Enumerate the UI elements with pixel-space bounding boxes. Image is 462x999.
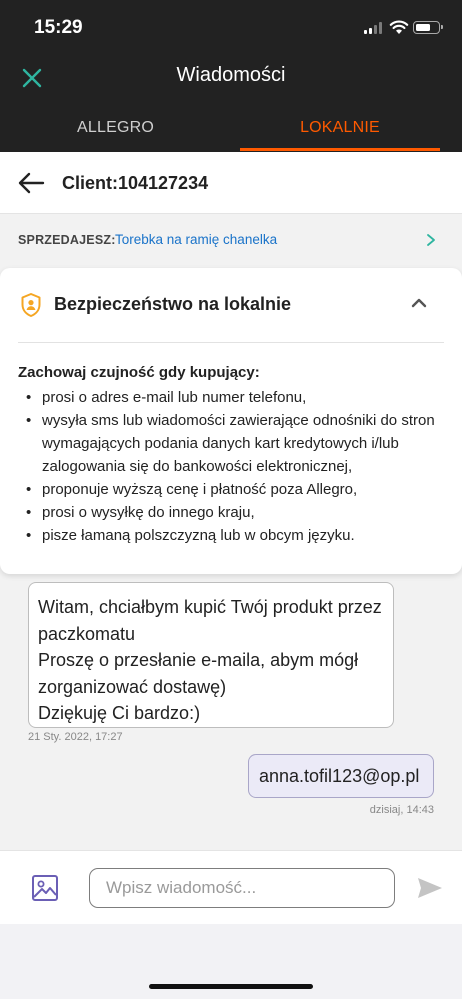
divider	[18, 342, 444, 343]
list-item: prosi o wysyłkę do innego kraju,	[18, 501, 448, 524]
tab-allegro[interactable]: ALLEGRO	[0, 108, 231, 152]
home-indicator[interactable]	[149, 984, 313, 989]
client-name: Client:104127234	[62, 173, 209, 193]
list-item: pisze łamaną polszczyzną lub w obcym jęz…	[18, 524, 448, 547]
status-time: 15:29	[34, 17, 83, 38]
arrow-left-icon[interactable]	[16, 170, 46, 196]
tab-lokalnie[interactable]: LOKALNIE	[240, 108, 440, 152]
bottom-safe-area	[0, 924, 462, 999]
seller-item-row[interactable]: SPRZEDAJESZ: Torebka na ramię chanelka	[0, 214, 462, 266]
wifi-icon	[389, 20, 409, 34]
seller-item-link[interactable]: Torebka na ramię chanelka	[115, 232, 277, 247]
page-title: Wiadomości	[176, 64, 286, 86]
conversation-header: Client:104127234	[0, 152, 462, 214]
incoming-message-text: Witam, chciałbym kupić Twój produkt prze…	[38, 597, 382, 723]
status-bar: 15:29	[0, 0, 462, 56]
list-item: wysyła sms lub wiadomości zawierające od…	[18, 409, 448, 478]
message-input[interactable]	[89, 868, 395, 908]
app-header: 15:29 Wiadomości ALLEGRO LOKALNIE	[0, 0, 462, 152]
signal-icon	[364, 22, 384, 34]
list-item: prosi o adres e-mail lub numer telefonu,	[18, 386, 448, 409]
outgoing-message-bubble[interactable]: anna.tofil123@op.pl	[248, 754, 434, 798]
incoming-message-bubble[interactable]: Witam, chciałbym kupić Twój produkt prze…	[28, 582, 394, 728]
seller-label: SPRZEDAJESZ:	[18, 233, 116, 247]
active-tab-indicator	[240, 148, 440, 151]
security-warning-list: prosi o adres e-mail lub numer telefonu,…	[18, 386, 448, 547]
outgoing-message-timestamp: dzisiaj, 14:43	[369, 804, 434, 816]
security-notice-card: Bezpieczeństwo na lokalnie Zachowaj czuj…	[0, 268, 462, 574]
outgoing-message-text: anna.tofil123@op.pl	[259, 766, 420, 786]
message-composer	[0, 850, 462, 924]
battery-icon	[413, 21, 443, 34]
list-item: proponuje wyższą cenę i płatność poza Al…	[18, 478, 448, 501]
image-icon[interactable]	[30, 873, 60, 903]
chevron-up-icon[interactable]	[410, 296, 428, 310]
security-warning-heading: Zachowaj czujność gdy kupujący:	[18, 364, 260, 381]
chevron-right-icon	[427, 234, 435, 246]
incoming-message-timestamp: 21 Sty. 2022, 17:27	[28, 731, 123, 743]
shield-user-icon	[21, 293, 41, 317]
send-icon[interactable]	[416, 875, 444, 901]
security-title: Bezpieczeństwo na lokalnie	[54, 294, 292, 314]
